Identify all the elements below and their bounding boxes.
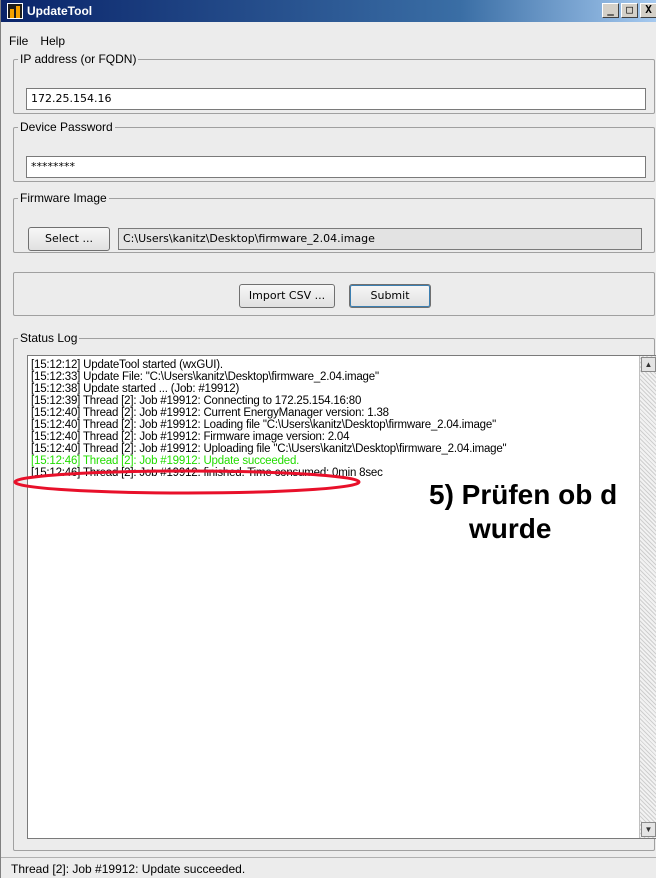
- scroll-down-icon[interactable]: ▼: [641, 822, 656, 837]
- status-log-legend: Status Log: [20, 331, 78, 345]
- status-bar: Thread [2]: Job #19912: Update succeeded…: [1, 857, 656, 878]
- firmware-path-field: C:\Users\kanitz\Desktop\firmware_2.04.im…: [118, 228, 642, 250]
- ip-address-group: IP address (or FQDN) 172.25.154.16: [13, 52, 655, 114]
- status-log-textarea[interactable]: [15:12:12] UpdateTool started (wxGUI). […: [27, 355, 656, 839]
- update-tool-window: UpdateTool _ □ X File Help IP address (o…: [0, 0, 656, 878]
- ip-address-input[interactable]: 172.25.154.16: [26, 88, 646, 110]
- annotation-line1: 5) Prüfen ob d: [429, 479, 618, 510]
- log-line: [15:12:33] Update File: "C:\Users\kanitz…: [31, 371, 379, 383]
- log-scrollbar[interactable]: ▲ ▼: [639, 356, 656, 838]
- log-lines: [15:12:12] UpdateTool started (wxGUI). […: [31, 359, 631, 479]
- window-title: UpdateTool: [27, 4, 93, 18]
- ip-address-legend: IP address (or FQDN): [20, 52, 137, 66]
- import-csv-button[interactable]: Import CSV ...: [239, 284, 335, 308]
- device-password-group: Device Password ********: [13, 120, 655, 182]
- maximize-button[interactable]: □: [621, 3, 638, 18]
- minimize-button[interactable]: _: [602, 3, 619, 18]
- log-line-success: [15:12:46] Thread [2]: Job #19912: Updat…: [31, 455, 300, 467]
- window-controls: _ □ X: [600, 3, 656, 18]
- app-icon: [7, 3, 23, 19]
- annotation-text: 5) Prüfen ob d wurde: [429, 478, 617, 546]
- log-line: [15:12:12] UpdateTool started (wxGUI).: [31, 359, 223, 371]
- close-button[interactable]: X: [640, 3, 656, 18]
- menu-bar: File Help: [1, 33, 656, 51]
- menu-file[interactable]: File: [7, 33, 30, 51]
- log-line: [15:12:40] Thread [2]: Job #19912: Curre…: [31, 407, 389, 419]
- device-password-input[interactable]: ********: [26, 156, 646, 178]
- actions-panel: Import CSV ... Submit: [13, 272, 655, 316]
- log-line: [15:12:40] Thread [2]: Job #19912: Firmw…: [31, 431, 350, 443]
- log-line: [15:12:38] Update started ... (Job: #199…: [31, 383, 240, 395]
- firmware-image-legend: Firmware Image: [20, 191, 107, 205]
- log-line: [15:12:40] Thread [2]: Job #19912: Loadi…: [31, 419, 496, 431]
- menu-help[interactable]: Help: [38, 33, 67, 51]
- firmware-image-group: Firmware Image Select ... C:\Users\kanit…: [13, 191, 655, 253]
- submit-button[interactable]: Submit: [349, 284, 431, 308]
- title-bar[interactable]: UpdateTool _ □ X: [1, 0, 656, 22]
- annotation-line2: wurde: [469, 513, 552, 544]
- log-line: [15:12:39] Thread [2]: Job #19912: Conne…: [31, 395, 362, 407]
- scroll-up-icon[interactable]: ▲: [641, 357, 656, 372]
- select-firmware-button[interactable]: Select ...: [28, 227, 110, 251]
- log-line: [15:12:40] Thread [2]: Job #19912: Uploa…: [31, 443, 507, 455]
- device-password-legend: Device Password: [20, 120, 113, 134]
